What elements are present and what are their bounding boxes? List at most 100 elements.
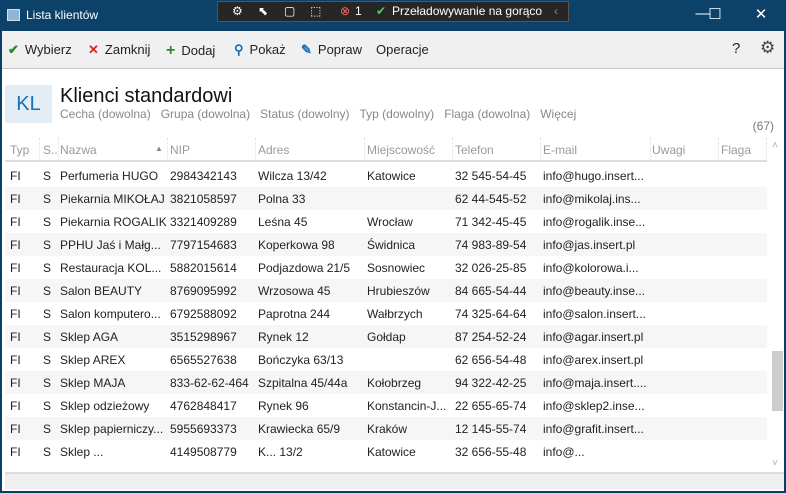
cell-status: S — [43, 445, 52, 459]
cell-status: S — [43, 169, 52, 183]
live-tree-icon[interactable]: ⚙ — [232, 4, 243, 18]
page-title: Klienci standardowi — [60, 85, 233, 107]
cell-phone: 74 983-89-54 — [455, 238, 527, 252]
column-header-status[interactable]: S.. — [43, 138, 59, 162]
close-button[interactable]: ✕ Zamknij — [88, 42, 150, 58]
table-row[interactable]: FI S Piekarnia MIKOŁAJ 3821058597 Polna 33 62… — [5, 187, 767, 210]
status-footer — [5, 472, 784, 489]
cell-nip: 4762848417 — [170, 399, 237, 413]
table-row[interactable]: FI S Sklep odzieżowy 4762848417 Rynek 96 Kons… — [5, 394, 767, 417]
maximize-button[interactable]: ☐ — [700, 5, 730, 23]
cell-address: Rynek 96 — [258, 399, 309, 413]
column-header-nip[interactable]: NIP — [170, 138, 256, 162]
cell-address: Koperkowa 98 — [258, 238, 335, 252]
close-window-button[interactable]: ✕ — [746, 5, 776, 23]
column-header-name[interactable]: Nazwa — [60, 138, 168, 162]
table-row[interactable]: FI S Sklep AREX 6565527638 Bończyka 63/13 62 … — [5, 348, 767, 371]
plus-icon: + — [166, 42, 176, 59]
column-header-email[interactable]: E-mail — [543, 138, 651, 162]
cell-status: S — [43, 330, 52, 344]
cell-address: Podjazdowa 21/5 — [258, 261, 351, 275]
table-row[interactable]: FI S Restauracja KOL... 5882015614 Podjazdow… — [5, 256, 767, 279]
scrollbar-thumb[interactable] — [772, 351, 783, 411]
filter-feature[interactable]: Cecha (dowolna) — [60, 107, 151, 121]
cell-email: info@maja.insert.... — [543, 376, 647, 390]
table-row[interactable]: FI S Sklep AGA 3515298967 Rynek 12 Gołdap 87 2… — [5, 325, 767, 348]
select-element-icon[interactable]: ⬉ — [258, 4, 268, 18]
column-header-flag[interactable]: Flaga — [721, 138, 767, 162]
cell-city: Sosnowiec — [367, 261, 426, 275]
cell-typ: FI — [10, 284, 21, 298]
scroll-up-icon[interactable]: ˄ — [772, 140, 778, 151]
cell-typ: FI — [10, 261, 21, 275]
cell-city: Kołobrzeg — [367, 376, 422, 390]
window-content: ✔ Wybierz ✕ Zamknij + Dodaj ⚲ Pokaż ✎ Popraw … — [2, 31, 784, 491]
binding-failures-icon[interactable]: ⊗ — [340, 4, 350, 18]
cell-name: Piekarnia ROGALIK — [60, 215, 167, 229]
cell-phone: 74 325-64-64 — [455, 307, 527, 321]
cell-name: Perfumeria HUGO — [60, 169, 159, 183]
cell-typ: FI — [10, 399, 21, 413]
column-header-city[interactable]: Miejscowość — [367, 138, 453, 162]
cell-email: info@mikolaj.ins... — [543, 192, 641, 206]
track-focus-icon[interactable]: ⬚ — [310, 4, 321, 18]
table-row[interactable]: FI S Salon komputero... 6792588092 Paprotna … — [5, 302, 767, 325]
clients-table: Typ S.. Nazwa NIP Adres Miejscowość Telefon E-m… — [5, 138, 767, 473]
settings-gear-icon[interactable]: ⚙ — [760, 38, 775, 58]
filter-type[interactable]: Typ (dowolny) — [359, 107, 434, 121]
scroll-down-icon[interactable]: ˅ — [772, 458, 778, 469]
cell-typ: FI — [10, 215, 21, 229]
help-button[interactable]: ? — [732, 40, 740, 57]
cell-status: S — [43, 422, 52, 436]
collapse-icon[interactable]: ‹ — [554, 4, 558, 18]
filter-flag[interactable]: Flaga (dowolna) — [444, 107, 530, 121]
table-row[interactable]: FI S Piekarnia ROGALIK 3321409289 Leśna 45 Wr… — [5, 210, 767, 233]
cell-email: info@... — [543, 445, 585, 459]
cell-name: Sklep odzieżowy — [60, 399, 150, 413]
select-button[interactable]: ✔ Wybierz — [8, 42, 72, 58]
operations-button[interactable]: Operacje — [376, 42, 429, 57]
edit-button[interactable]: ✎ Popraw — [301, 42, 362, 58]
table-row[interactable]: FI S PPHU Jaś i Małg... 7797154683 Koperkowa… — [5, 233, 767, 256]
cell-nip: 3515298967 — [170, 330, 237, 344]
cell-address: Wilcza 13/42 — [258, 169, 327, 183]
cell-city: Kraków — [367, 422, 408, 436]
cell-typ: FI — [10, 353, 21, 367]
filter-status[interactable]: Status (dowolny) — [260, 107, 349, 121]
cell-nip: 6792588092 — [170, 307, 237, 321]
cell-typ: FI — [10, 445, 21, 459]
sort-ascending-icon: ▲ — [155, 144, 163, 153]
cell-city: Wałbrzych — [367, 307, 423, 321]
table-row[interactable]: FI S Sklep ... 4149508779 K... 13/2 Katowice 3… — [5, 440, 767, 463]
show-button[interactable]: ⚲ Pokaż — [234, 42, 286, 58]
filter-more[interactable]: Więcej — [540, 107, 576, 121]
column-header-typ[interactable]: Typ — [10, 138, 40, 162]
cell-address: Paprotna 244 — [258, 307, 331, 321]
cell-nip: 2984342143 — [170, 169, 237, 183]
column-header-notes[interactable]: Uwagi — [652, 138, 719, 162]
cell-phone: 22 655-65-74 — [455, 399, 527, 413]
dev-toolbar: ⚙ ⬉ ▢ ⬚ ⊗ 1 ✔ Przeładowywanie na gorąco … — [217, 1, 569, 22]
cell-name: Sklep papierniczy... — [60, 422, 164, 436]
table-row[interactable]: FI S Sklep MAJA 833-62-62-464 Szpitalna 45/4… — [5, 371, 767, 394]
layout-adorner-icon[interactable]: ▢ — [284, 4, 295, 18]
add-button[interactable]: + Dodaj — [166, 42, 215, 60]
cell-nip: 5882015614 — [170, 261, 237, 275]
cell-phone: 62 44-545-52 — [455, 192, 527, 206]
cell-phone: 62 656-54-48 — [455, 353, 527, 367]
cell-email: info@rogalik.inse... — [543, 215, 646, 229]
record-count: (67) — [752, 119, 774, 133]
cell-typ: FI — [10, 169, 21, 183]
cell-status: S — [43, 192, 52, 206]
table-row[interactable]: FI S Perfumeria HUGO 2984342143 Wilcza 13/42… — [5, 164, 767, 187]
table-row[interactable]: FI S Sklep papierniczy... 5955693373 Krawiec… — [5, 417, 767, 440]
cell-city: Gołdap — [367, 330, 406, 344]
vertical-scrollbar[interactable]: ˄ ˅ — [769, 138, 784, 473]
hot-reload-status[interactable]: Przeładowywanie na gorąco — [392, 4, 542, 18]
cell-name: Sklep MAJA — [60, 376, 126, 390]
filter-group[interactable]: Grupa (dowolna) — [161, 107, 250, 121]
table-row[interactable]: FI S Salon BEAUTY 8769095992 Wrzosowa 45 Hrub… — [5, 279, 767, 302]
cell-phone: 12 145-55-74 — [455, 422, 527, 436]
column-header-address[interactable]: Adres — [258, 138, 365, 162]
column-header-phone[interactable]: Telefon — [455, 138, 541, 162]
